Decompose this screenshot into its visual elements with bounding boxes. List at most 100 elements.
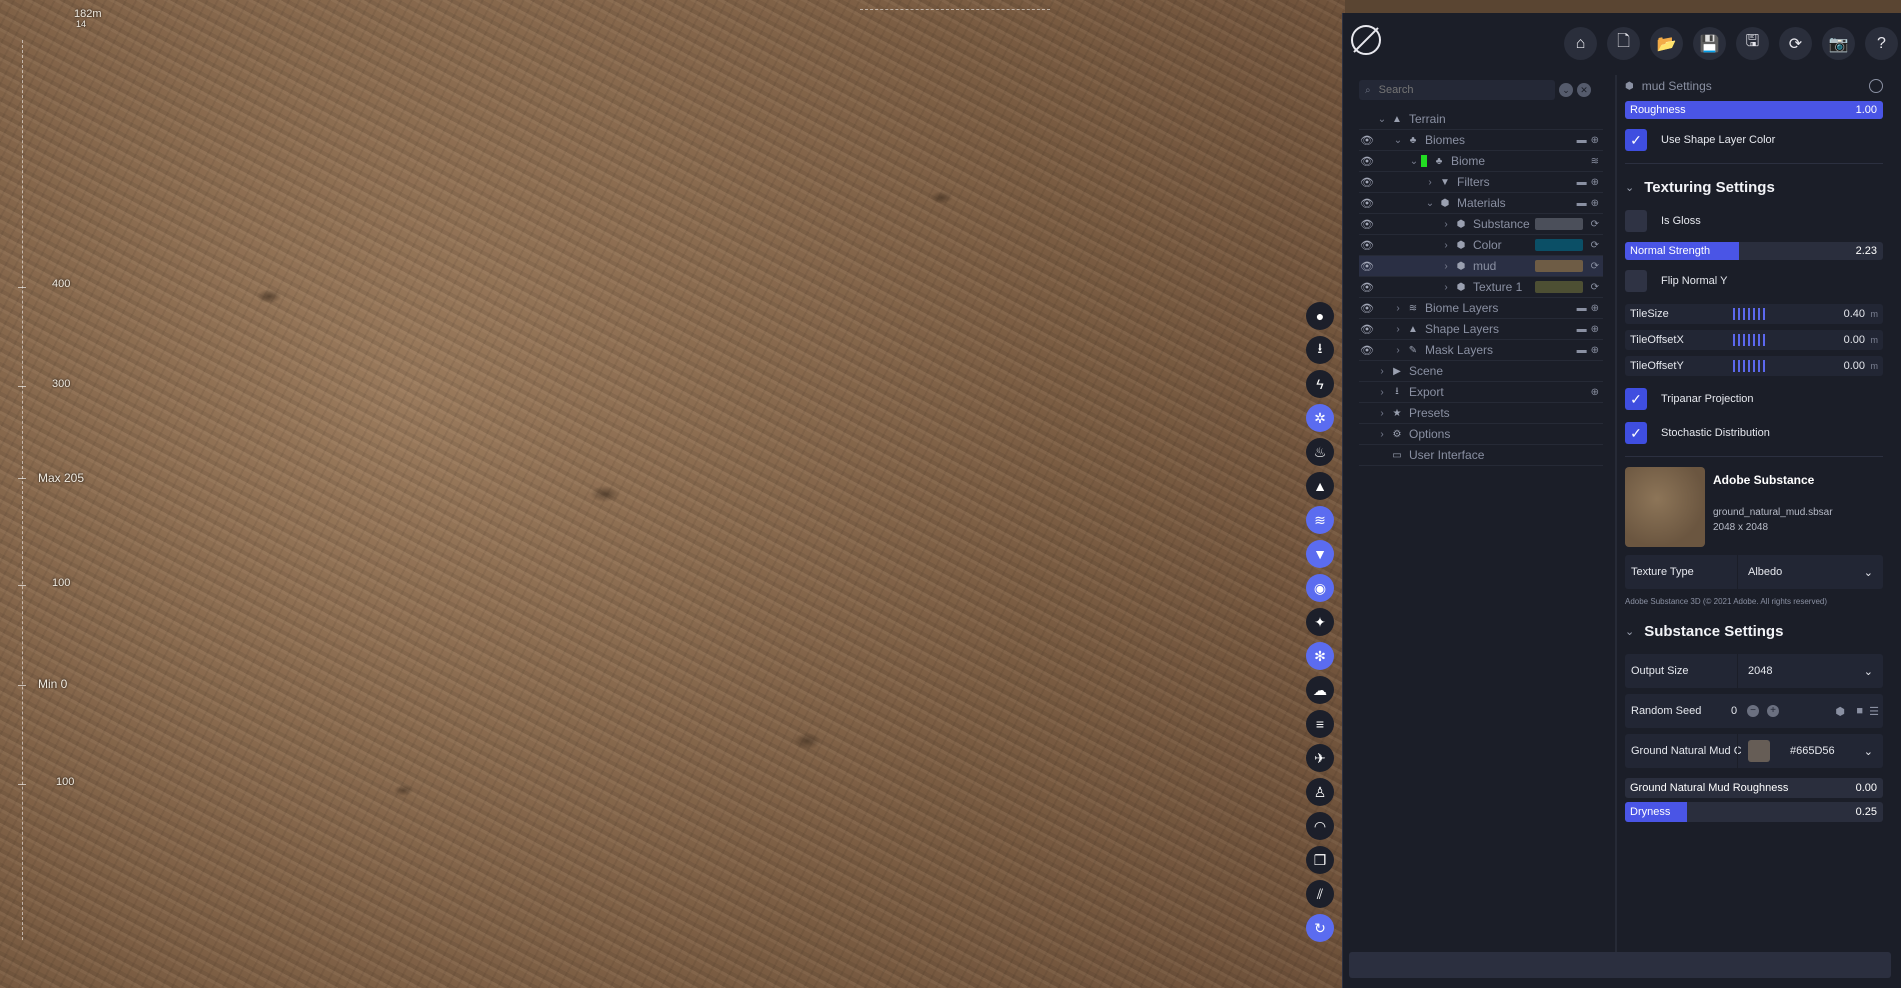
eye-icon[interactable]: 👁 — [1359, 344, 1375, 357]
checkbox-checked-icon[interactable]: ✓ — [1625, 422, 1647, 444]
mountain-icon[interactable]: ▲ — [1306, 472, 1334, 500]
chevron-icon[interactable]: › — [1439, 240, 1453, 251]
eye-icon[interactable]: 👁 — [1359, 260, 1375, 273]
rainbow-icon[interactable]: ◠ — [1306, 812, 1334, 840]
add-icon[interactable]: ⊕ — [1591, 387, 1599, 398]
chevron-icon[interactable]: ⌄ — [1407, 156, 1421, 167]
app-logo-icon[interactable] — [1351, 25, 1381, 55]
eye-icon[interactable]: 👁 — [1359, 239, 1375, 252]
material-swatch[interactable] — [1535, 218, 1583, 230]
add-icon[interactable]: ⊕ — [1591, 345, 1599, 356]
checkbox-checked-icon[interactable]: ✓ — [1625, 388, 1647, 410]
mud-color-swatch[interactable] — [1748, 740, 1770, 762]
chevron-icon[interactable]: › — [1423, 177, 1437, 188]
clear-search-icon[interactable]: ✕ — [1577, 83, 1591, 97]
folder-icon[interactable]: ▬ — [1577, 345, 1587, 356]
chart-icon[interactable]: ⫽ — [1306, 880, 1334, 908]
chevron-icon[interactable]: › — [1391, 345, 1405, 356]
sparkle-icon[interactable]: ✦ — [1306, 608, 1334, 636]
plane-icon[interactable]: ✈ — [1306, 744, 1334, 772]
folder-icon[interactable]: ▬ — [1577, 135, 1587, 146]
checkbox-unchecked-icon[interactable] — [1625, 270, 1647, 292]
add-icon[interactable]: ⊕ — [1591, 303, 1599, 314]
texture-type-dropdown[interactable]: Albedo ⌄ — [1737, 555, 1883, 589]
tilesize-drag-handle[interactable] — [1733, 308, 1767, 320]
substance-settings-header[interactable]: ⌄ Substance Settings — [1625, 614, 1883, 648]
folder-icon[interactable]: ▬ — [1577, 177, 1587, 188]
tileoffsety-drag-handle[interactable] — [1733, 360, 1767, 372]
mud-roughness-slider[interactable]: Ground Natural Mud Roughness 0.00 — [1625, 778, 1883, 798]
expand-all-icon[interactable]: ⌄ — [1559, 83, 1573, 97]
tree-item-materials[interactable]: 👁 ⌄ ⬢ Materials ▬ ⊕ — [1359, 193, 1603, 214]
chevron-icon[interactable]: › — [1391, 324, 1405, 335]
tree-item-color[interactable]: 👁 › ⬢ Color ⟳ — [1359, 235, 1603, 256]
eye-icon[interactable]: 👁 — [1359, 176, 1375, 189]
eye-icon[interactable]: 👁 — [1359, 197, 1375, 210]
tileoffsetx-slider[interactable]: TileOffsetX 0.00 m — [1625, 330, 1883, 350]
dryness-slider[interactable]: Dryness 0.25 — [1625, 802, 1883, 822]
save-seed-icon[interactable]: ■ — [1856, 705, 1863, 717]
tileoffsety-slider[interactable]: TileOffsetY 0.00 m — [1625, 356, 1883, 376]
list-icon[interactable]: ☰ — [1869, 705, 1879, 718]
refresh-icon[interactable]: ↻ — [1306, 914, 1334, 942]
texturing-settings-header[interactable]: ⌄ Texturing Settings — [1625, 170, 1883, 204]
chevron-icon[interactable]: › — [1439, 219, 1453, 230]
chevron-icon[interactable]: › — [1439, 282, 1453, 293]
add-icon[interactable]: ⊕ — [1591, 177, 1599, 188]
minus-icon[interactable]: − — [1747, 705, 1759, 717]
add-icon[interactable]: ⊕ — [1591, 135, 1599, 146]
download-icon[interactable]: ⭳ — [1306, 336, 1334, 364]
chevron-icon[interactable]: › — [1375, 387, 1389, 398]
reload-icon[interactable]: ⟳ — [1779, 27, 1812, 60]
folder-icon[interactable]: ▬ — [1577, 324, 1587, 335]
normal-strength-slider[interactable]: Normal Strength 2.23 — [1625, 242, 1883, 260]
search-input[interactable] — [1376, 83, 1541, 97]
tileoffsetx-drag-handle[interactable] — [1733, 334, 1767, 346]
eye-icon[interactable]: ◉ — [1306, 574, 1334, 602]
tree-item-substance[interactable]: 👁 › ⬢ Substance ⟳ — [1359, 214, 1603, 235]
add-icon[interactable]: ⊕ — [1591, 198, 1599, 209]
tilesize-slider[interactable]: TileSize 0.40 m — [1625, 304, 1883, 324]
person-icon[interactable]: ♙ — [1306, 778, 1334, 806]
tree-item-filters[interactable]: 👁 › ▼ Filters ▬ ⊕ — [1359, 172, 1603, 193]
cloud-icon[interactable]: ☁ — [1306, 676, 1334, 704]
tree-item-presets[interactable]: › ★ Presets — [1359, 403, 1603, 424]
folder-icon[interactable]: ▬ — [1577, 198, 1587, 209]
tree-item-shape-layers[interactable]: 👁 › ▲ Shape Layers ▬ ⊕ — [1359, 319, 1603, 340]
snowflake-icon[interactable]: ✻ — [1306, 642, 1334, 670]
refresh-icon[interactable]: ⟳ — [1591, 219, 1599, 230]
lines-icon[interactable]: ≡ — [1306, 710, 1334, 738]
eye-icon[interactable]: 👁 — [1359, 302, 1375, 315]
chevron-icon[interactable]: › — [1375, 408, 1389, 419]
mud-color-picker[interactable]: #665D56 ⌄ — [1737, 734, 1883, 768]
home-icon[interactable]: ⌂ — [1564, 27, 1597, 60]
tree-item-scene[interactable]: › ▶ Scene — [1359, 361, 1603, 382]
layers-icon[interactable]: ≋ — [1591, 156, 1599, 167]
eye-icon[interactable]: 👁 — [1359, 218, 1375, 231]
gears-icon[interactable]: ✲ — [1306, 404, 1334, 432]
fire-icon[interactable]: ♨ — [1306, 438, 1334, 466]
use-shape-layer-color-toggle[interactable]: ✓ Use Shape Layer Color — [1625, 123, 1883, 157]
eye-icon[interactable]: 👁 — [1359, 155, 1375, 168]
layers-icon[interactable]: ≋ — [1306, 506, 1334, 534]
chevron-icon[interactable]: › — [1391, 303, 1405, 314]
refresh-icon[interactable]: ⟳ — [1591, 240, 1599, 251]
substance-thumbnail[interactable] — [1625, 467, 1705, 547]
new-file-icon[interactable]: 🗋 — [1607, 27, 1640, 60]
tree-item-mud[interactable]: 👁 › ⬢ mud ⟳ — [1359, 256, 1603, 277]
filter-icon[interactable]: ▼ — [1306, 540, 1334, 568]
material-swatch[interactable] — [1535, 239, 1583, 251]
tree-item-options[interactable]: › ⚙ Options — [1359, 424, 1603, 445]
reset-icon[interactable] — [1869, 79, 1883, 93]
terrain-viewport[interactable]: 182m 14 400 300 Max 205 100 Min 0 100 — [0, 0, 1345, 988]
folder-icon[interactable]: ▬ — [1577, 303, 1587, 314]
tree-item-user-interface[interactable]: ▭ User Interface — [1359, 445, 1603, 466]
eye-icon[interactable]: 👁 — [1359, 281, 1375, 294]
tree-item-biome-layers[interactable]: 👁 › ≋ Biome Layers ▬ ⊕ — [1359, 298, 1603, 319]
refresh-icon[interactable]: ⟳ — [1591, 282, 1599, 293]
open-folder-icon[interactable]: 📂 — [1650, 27, 1683, 60]
chevron-icon[interactable]: › — [1439, 261, 1453, 272]
chevron-icon[interactable]: ⌄ — [1391, 135, 1405, 146]
save-icon[interactable]: 💾 — [1693, 27, 1726, 60]
add-icon[interactable]: ⊕ — [1591, 324, 1599, 335]
